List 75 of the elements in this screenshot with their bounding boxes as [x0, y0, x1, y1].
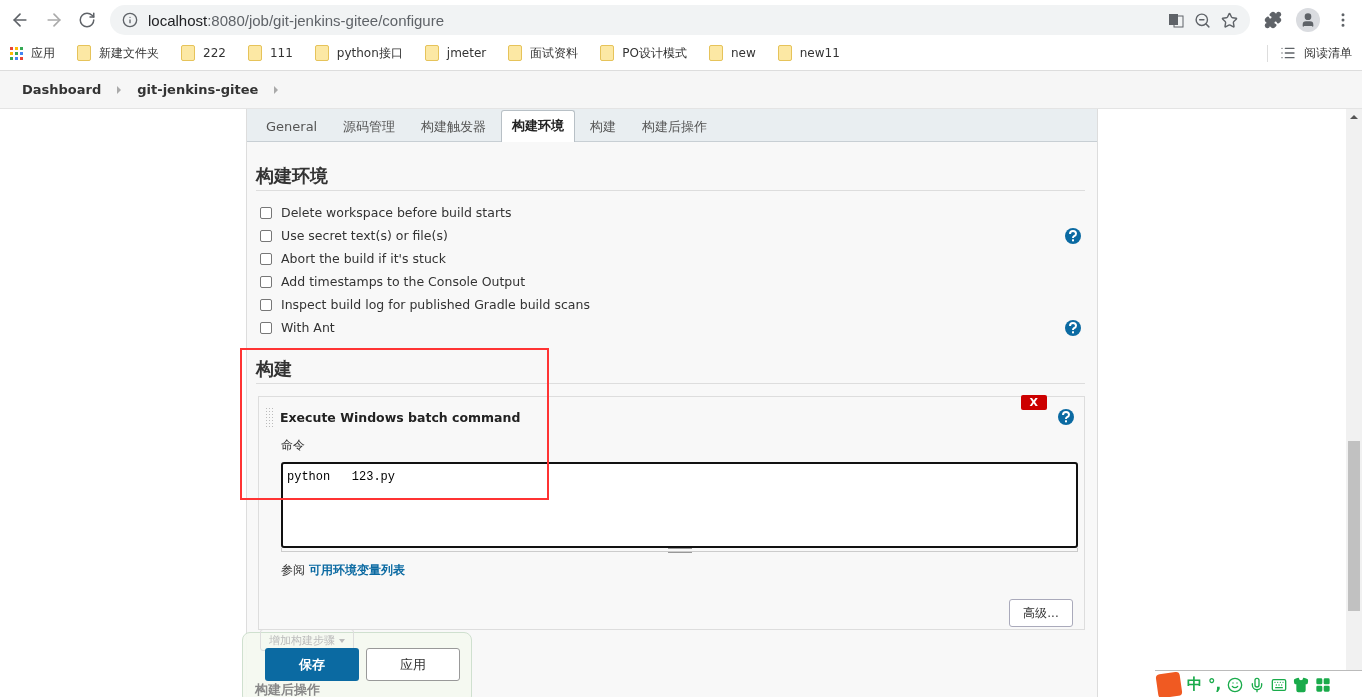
keyboard-icon[interactable]: [1271, 676, 1288, 693]
help-icon[interactable]: [1065, 319, 1081, 336]
help-icon[interactable]: [1065, 227, 1081, 244]
option-label: Add timestamps to the Console Output: [281, 274, 526, 289]
ime-logo-icon[interactable]: [1155, 670, 1183, 697]
option-label: Use secret text(s) or file(s): [281, 228, 448, 243]
bookmark[interactable]: new: [708, 45, 756, 61]
bookmark[interactable]: PO设计模式: [600, 44, 687, 62]
option-label: With Ant: [281, 320, 335, 335]
info-icon[interactable]: [122, 12, 138, 28]
bookmark[interactable]: 222: [181, 45, 226, 61]
help-icon[interactable]: [1058, 409, 1074, 425]
folder-icon: [77, 45, 91, 61]
bookmark[interactable]: jmeter: [424, 45, 487, 61]
apps-grid-icon: [10, 46, 23, 60]
translate-icon[interactable]: [1168, 12, 1184, 28]
grid-icon[interactable]: [1315, 676, 1332, 693]
section-heading: 构建: [256, 357, 1085, 384]
section-heading: 构建环境: [256, 164, 1085, 191]
checkbox[interactable]: [260, 298, 272, 311]
section-heading: 构建后操作: [255, 683, 320, 696]
star-icon[interactable]: [1221, 11, 1238, 29]
profile-icon[interactable]: [1296, 8, 1320, 32]
save-button[interactable]: 保存: [265, 648, 359, 681]
bookmark[interactable]: 应用: [10, 44, 55, 62]
folder-icon: [424, 45, 439, 61]
delete-button[interactable]: X: [1020, 395, 1047, 410]
list-icon: [1280, 45, 1296, 61]
advanced-button[interactable]: 高级...: [1009, 599, 1073, 627]
bookmark[interactable]: 111: [247, 45, 293, 61]
see-also-text: 参阅 可用环境变量列表: [281, 562, 406, 579]
section-tab[interactable]: 源码管理: [332, 111, 407, 142]
bookmark[interactable]: python接口: [314, 44, 403, 62]
folder-icon: [708, 45, 723, 61]
checkbox[interactable]: [260, 229, 272, 242]
option-label: Inspect build log for published Gradle build scans: [281, 297, 590, 312]
folder-icon: [314, 45, 329, 61]
scrollbar[interactable]: [1346, 109, 1362, 670]
breadcrumb-link[interactable]: git-jenkins-gitee: [137, 82, 259, 97]
bookmark[interactable]: 面试资料: [508, 44, 579, 62]
section-tab[interactable]: 构建环境: [501, 110, 576, 142]
section-tab[interactable]: General: [255, 111, 329, 142]
env-vars-link[interactable]: 可用环境变量列表: [308, 563, 405, 577]
folder-icon: [181, 45, 195, 61]
reload-icon[interactable]: [78, 11, 96, 29]
breadcrumb-link[interactable]: Dashboard: [22, 82, 102, 97]
folder-icon: [600, 45, 615, 61]
bookmark[interactable]: new11: [777, 45, 840, 61]
section-tab[interactable]: 构建: [579, 111, 628, 142]
field-label: 命令: [281, 437, 306, 454]
zoom-out-icon[interactable]: [1194, 11, 1211, 29]
apply-button[interactable]: 应用: [366, 648, 460, 681]
address-bar[interactable]: localhost:8080/job/git-jenkins-gitee/configure: [110, 5, 1250, 35]
breadcrumb-arrow-icon: [117, 85, 122, 94]
checkbox[interactable]: [260, 321, 272, 334]
checkbox[interactable]: [260, 252, 272, 265]
folder-icon: [777, 45, 792, 61]
section-tab[interactable]: 构建触发器: [410, 111, 498, 142]
checkbox[interactable]: [260, 206, 272, 219]
command-field[interactable]: python 123.py: [281, 462, 1078, 548]
option-label: Delete workspace before build starts: [281, 205, 512, 220]
url-text: localhost:8080/job/git-jenkins-gitee/configure: [148, 11, 445, 29]
option-label: Abort the build if it's stuck: [281, 251, 446, 266]
shirt-icon[interactable]: [1293, 676, 1310, 693]
folder-icon: [508, 45, 523, 61]
section-tab[interactable]: 构建后操作: [631, 111, 719, 142]
checkbox[interactable]: [260, 275, 272, 288]
reading-list[interactable]: 阅读清单: [1267, 44, 1352, 62]
step-title: Execute Windows batch command: [280, 409, 521, 425]
breadcrumb-arrow-icon: [274, 85, 279, 94]
folder-icon: [247, 45, 262, 61]
resize-grip[interactable]: [667, 548, 692, 553]
bookmark[interactable]: 新建文件夹: [77, 44, 159, 62]
smiley-icon[interactable]: [1227, 676, 1244, 693]
puzzle-icon[interactable]: [1264, 11, 1282, 29]
